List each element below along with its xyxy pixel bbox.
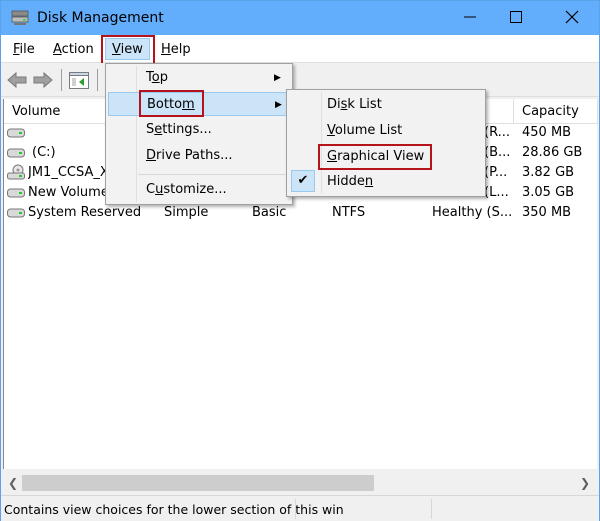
cell-capacity: 3.82 GB	[522, 165, 575, 180]
disk-icon	[7, 148, 25, 158]
disk-icon	[7, 208, 25, 218]
cell-capacity: 350 MB	[522, 205, 572, 220]
scroll-left-icon[interactable]: ❮	[5, 475, 21, 491]
menu-item-drive-paths[interactable]: Drive Paths...	[108, 144, 290, 168]
disk-management-icon	[11, 10, 29, 25]
submenu-arrow-icon: ▶	[275, 100, 282, 110]
menu-action-label: ction	[61, 42, 94, 57]
menu-view-label: iew	[120, 42, 143, 57]
cd-drive-icon	[7, 164, 25, 180]
minimize-button[interactable]	[447, 1, 493, 33]
menu-action[interactable]: Action	[47, 39, 100, 61]
disk-icon	[7, 128, 25, 138]
bottom-submenu: Disk List Volume List Graphical View ✔ H…	[286, 89, 486, 197]
table-row[interactable]: System Reserved Simple Basic NTFS Health…	[4, 203, 594, 223]
disk-icon	[7, 188, 25, 198]
cell-status: Healthy (S...	[432, 205, 513, 220]
cell-status: (B...	[484, 145, 511, 160]
menu-bar: File Action View Help	[1, 35, 599, 63]
close-icon	[565, 10, 579, 24]
menu-help-label: elp	[170, 42, 191, 57]
menu-item-volume-list[interactable]: Volume List	[289, 119, 483, 143]
cell-status: (R...	[484, 125, 511, 140]
cell-capacity: 450 MB	[522, 125, 572, 140]
view-menu: Top ▶ Bottom ▶ Settings... Drive Paths..…	[105, 63, 293, 205]
cell-status: (L...	[484, 185, 509, 200]
menu-item-hidden[interactable]: Hidden	[289, 170, 483, 194]
scroll-right-icon[interactable]: ❯	[577, 475, 593, 491]
status-divider	[431, 499, 432, 519]
toolbar-separator	[97, 69, 98, 91]
menu-help[interactable]: Help	[155, 39, 197, 61]
cell-type: Basic	[252, 205, 287, 220]
minimize-icon	[464, 16, 476, 18]
menu-item-top[interactable]: Top ▶	[108, 66, 290, 90]
maximize-icon	[510, 11, 522, 23]
status-text: Contains view choices for the lower sect…	[4, 502, 344, 517]
menu-item-graphical-view[interactable]: Graphical View	[289, 145, 483, 169]
window-title: Disk Management	[37, 10, 164, 26]
horizontal-scrollbar[interactable]: ❮ ❯	[3, 473, 597, 493]
forward-arrow-icon[interactable]	[33, 71, 53, 89]
back-arrow-icon[interactable]	[7, 71, 27, 89]
toolbar-separator	[61, 69, 62, 91]
cell-capacity: 3.05 GB	[522, 185, 575, 200]
cell-status: (P...	[484, 165, 508, 180]
menu-file[interactable]: File	[7, 39, 41, 61]
title-bar[interactable]: Disk Management	[1, 1, 599, 35]
menu-item-customize[interactable]: Customize...	[108, 178, 290, 202]
scrollbar-thumb[interactable]	[22, 475, 374, 491]
cell-file-system: NTFS	[332, 205, 366, 220]
menu-separator	[138, 174, 288, 175]
menu-item-disk-list[interactable]: Disk List	[289, 93, 483, 117]
show-hide-console-tree-icon[interactable]	[69, 72, 89, 89]
menu-view[interactable]: View	[105, 38, 150, 60]
status-bar: Contains view choices for the lower sect…	[1, 495, 599, 521]
cell-capacity: 28.86 GB	[522, 145, 583, 160]
column-header-capacity[interactable]: Capacity	[514, 99, 598, 124]
maximize-button[interactable]	[493, 1, 539, 33]
cell-layout: Simple	[164, 205, 209, 220]
status-divider	[295, 499, 296, 519]
submenu-arrow-icon: ▶	[274, 73, 281, 83]
disk-management-window: Disk Management File Action View Help Vo…	[0, 0, 600, 521]
menu-item-bottom[interactable]: Bottom ▶	[108, 92, 290, 116]
close-button[interactable]	[549, 1, 595, 33]
cell-volume: System Reserved	[28, 205, 142, 220]
menu-item-settings[interactable]: Settings...	[108, 118, 290, 142]
menu-file-label: ile	[19, 42, 35, 57]
